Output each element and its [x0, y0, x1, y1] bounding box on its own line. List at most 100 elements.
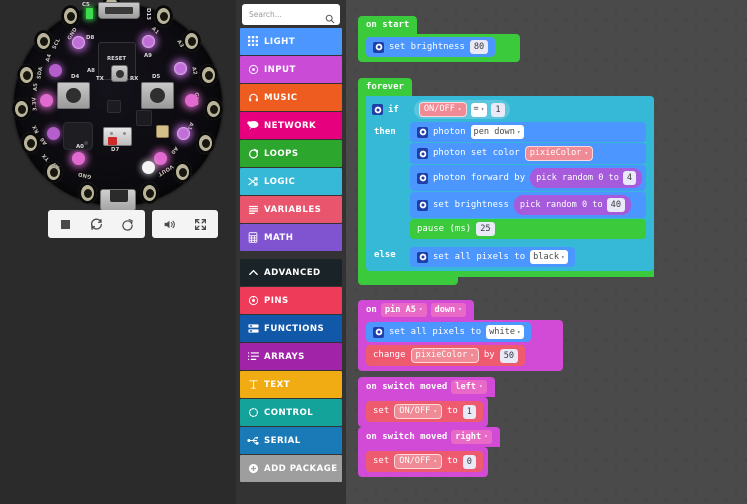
dropdown-color-black[interactable]: black ▾: [530, 250, 568, 264]
reporter-pick-random-1[interactable]: pick random 0 to 4: [530, 168, 643, 188]
variable-pixiecolor[interactable]: pixieColor ▾: [524, 146, 594, 161]
dropdown-color-white[interactable]: white ▾: [486, 325, 524, 339]
block-forever[interactable]: forever if ON/OFF ▾ = ▾ 1 then photon pe…: [358, 74, 654, 285]
block-if-else[interactable]: if ON/OFF ▾ = ▾ 1 then photon pen down ▾…: [366, 96, 654, 271]
gear-icon[interactable]: [417, 172, 428, 184]
block-on-start[interactable]: on start set brightness 80: [358, 12, 520, 62]
toolbox-add-package[interactable]: ADD PACKAGE: [240, 455, 342, 482]
pad-3v3[interactable]: [12, 98, 31, 120]
fullscreen-button[interactable]: [185, 210, 216, 238]
variable-label: ON/OFF: [399, 406, 431, 416]
variable-on-off[interactable]: ON/OFF ▾: [418, 102, 467, 117]
toolbox-category-pins[interactable]: PINS: [240, 287, 342, 314]
blocks-workspace[interactable]: on start set brightness 80 forever if ON…: [346, 0, 747, 504]
dropdown-label: right: [455, 432, 482, 442]
on-switch-right-hat[interactable]: on switch moved right ▾: [358, 427, 500, 447]
toolbox-category-arrays[interactable]: ARRAYS: [240, 343, 342, 370]
gear-icon[interactable]: [417, 251, 428, 263]
block-on-pin-down[interactable]: on pin A5 ▾ down ▾ set all pixels to whi…: [358, 297, 563, 371]
toolbox-category-control[interactable]: CONTROL: [240, 399, 342, 426]
pad-a1[interactable]: [196, 132, 215, 154]
debug-button[interactable]: [112, 210, 143, 238]
reset-button[interactable]: [111, 65, 128, 82]
toolbox-category-logic[interactable]: LOGIC: [240, 168, 342, 195]
gear-icon[interactable]: [417, 199, 428, 211]
dropdown-switch-direction[interactable]: left ▾: [451, 380, 487, 394]
number-field-onoff-value[interactable]: 0: [462, 454, 476, 469]
stop-button[interactable]: [50, 210, 81, 238]
toolbox-category-variables[interactable]: VARIABLES: [240, 196, 342, 223]
toolbox-category-network[interactable]: NETWORK: [240, 112, 342, 139]
button-a[interactable]: [57, 82, 90, 109]
stmt-label: set brightness: [433, 199, 509, 210]
search-box[interactable]: [242, 3, 340, 25]
toolbox-category-music[interactable]: MUSIC: [240, 84, 342, 111]
button-b[interactable]: [141, 82, 174, 109]
stmt-photon-forward[interactable]: photon forward by pick random 0 to 4: [410, 165, 647, 191]
pad-gnd-bottom-left[interactable]: [78, 182, 97, 204]
gear-icon[interactable]: [373, 326, 384, 338]
variable-onoff-set[interactable]: ON/OFF ▾: [394, 404, 442, 419]
pad-a1-top[interactable]: [154, 5, 173, 27]
number-field-random-max-2[interactable]: 40: [606, 198, 626, 212]
toolbox-category-loops[interactable]: LOOPS: [240, 140, 342, 167]
pad-a4[interactable]: [34, 30, 53, 52]
number-field-change-by[interactable]: 50: [499, 348, 519, 363]
stmt-photon-set-color[interactable]: photon set color pixieColor ▾: [410, 143, 647, 164]
search-input[interactable]: [247, 8, 327, 20]
on-pin-hat[interactable]: on pin A5 ▾ down ▾: [358, 300, 474, 320]
gear-icon[interactable]: [372, 104, 383, 115]
gear-icon[interactable]: [373, 41, 384, 53]
toolbox-category-math[interactable]: MATH: [240, 224, 342, 251]
dropdown-pin-action[interactable]: down ▾: [430, 303, 466, 317]
toolbox-category-light[interactable]: LIGHT: [240, 28, 342, 55]
block-on-switch-left[interactable]: on switch moved left ▾ set ON/OFF ▾ to 1: [358, 374, 495, 427]
reporter-pick-random-2[interactable]: pick random 0 to 40: [513, 195, 632, 215]
dropdown-pen-down[interactable]: pen down ▾: [470, 125, 524, 139]
circuit-playground-board[interactable]: GND SCL A4 SDA A5 3.3V RX A6 TX A7 GND V…: [8, 0, 228, 211]
operator-dropdown[interactable]: = ▾: [470, 102, 488, 117]
toolbox-category-label: MATH: [264, 232, 294, 243]
dropdown-switch-direction[interactable]: right ▾: [451, 430, 492, 444]
pad-gnd-right[interactable]: [204, 98, 223, 120]
stmt-set-brightness[interactable]: set brightness 80: [366, 37, 496, 57]
number-field-random-max[interactable]: 4: [622, 171, 637, 185]
toolbox-category-input[interactable]: INPUT: [240, 56, 342, 83]
number-field-onoff-value[interactable]: 1: [462, 404, 476, 419]
toolbox-category-text[interactable]: TEXT: [240, 371, 342, 398]
number-field-pause[interactable]: 25: [476, 222, 495, 236]
number-field-condition[interactable]: 1: [491, 102, 505, 117]
slide-switch[interactable]: [103, 127, 132, 146]
stmt-set-onoff-1[interactable]: set ON/OFF ▾ to 1: [366, 401, 483, 422]
toolbox-category-advanced[interactable]: ADVANCED: [240, 259, 342, 286]
stmt-set-onoff-0[interactable]: set ON/OFF ▾ to 0: [366, 451, 483, 472]
pad-scl[interactable]: [61, 5, 80, 27]
pad-a6[interactable]: [21, 132, 40, 154]
pad-a0[interactable]: [173, 161, 192, 183]
stmt-set-all-pixels-black[interactable]: set all pixels to black ▾: [410, 247, 575, 267]
mute-button[interactable]: [154, 210, 185, 238]
on-start-hat[interactable]: on start: [358, 16, 418, 34]
restart-button[interactable]: [81, 210, 112, 238]
light-sensor[interactable]: [156, 125, 169, 138]
gear-icon[interactable]: [417, 126, 428, 138]
block-on-switch-right[interactable]: on switch moved right ▾ set ON/OFF ▾ to …: [358, 424, 500, 477]
dropdown-pin[interactable]: pin A5 ▾: [380, 303, 427, 317]
stmt-photon-pen[interactable]: photon pen down ▾: [410, 122, 647, 142]
variable-onoff-set[interactable]: ON/OFF ▾: [394, 454, 442, 469]
stmt-set-brightness-random[interactable]: set brightness pick random 0 to 40: [410, 192, 647, 218]
toolbox-category-serial[interactable]: SERIAL: [240, 427, 342, 454]
pad-vout[interactable]: [140, 182, 159, 204]
pad-a3[interactable]: [182, 30, 201, 52]
variable-pixiecolor-2[interactable]: pixieColor ▾: [410, 348, 479, 363]
on-switch-left-hat[interactable]: on switch moved left ▾: [358, 377, 495, 397]
gear-icon[interactable]: [417, 148, 428, 159]
stmt-change-pixiecolor[interactable]: change pixieColor ▾ by 50: [366, 345, 526, 366]
stmt-pause[interactable]: pause (ms) 25: [410, 219, 647, 239]
pad-a2[interactable]: [199, 64, 218, 86]
forever-hat[interactable]: forever: [358, 78, 412, 96]
toolbox-category-functions[interactable]: FUNCTIONS: [240, 315, 342, 342]
number-field-brightness[interactable]: 80: [469, 40, 489, 54]
stmt-set-all-pixels-white[interactable]: set all pixels to white ▾: [366, 322, 531, 342]
comparison-reporter[interactable]: ON/OFF ▾ = ▾ 1: [413, 100, 510, 119]
